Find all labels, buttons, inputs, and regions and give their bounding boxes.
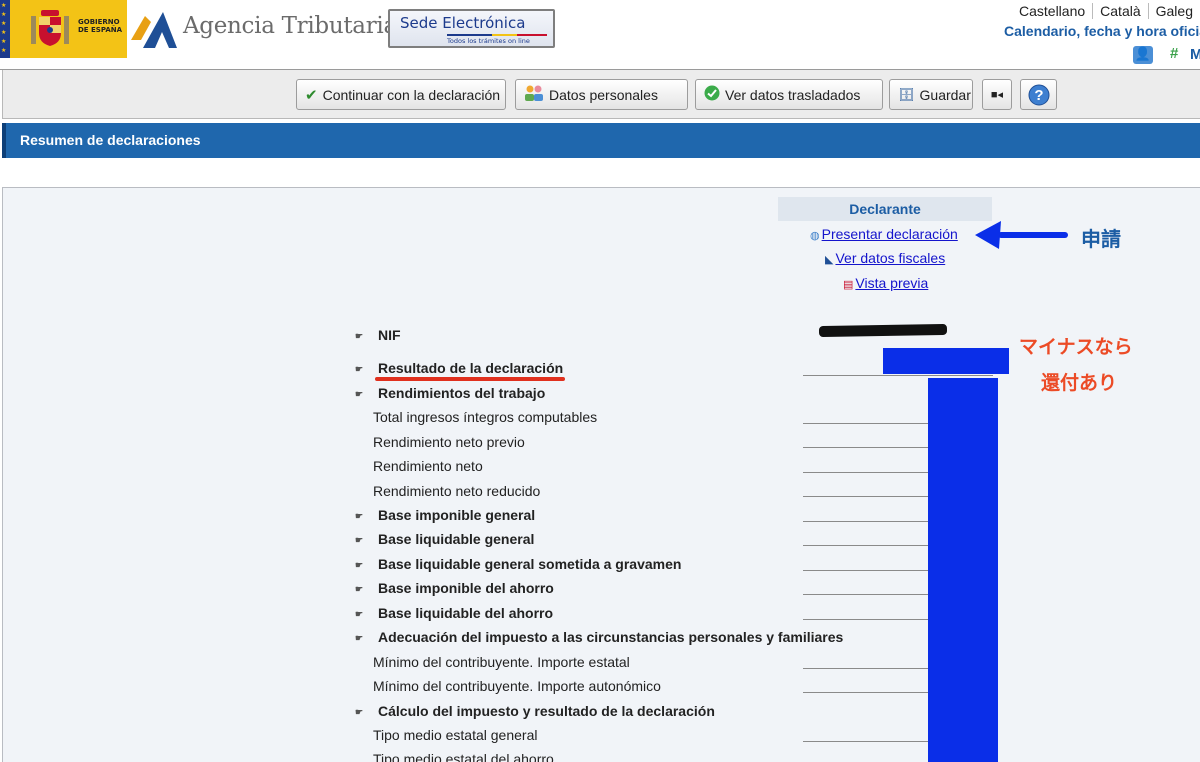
row-rendimientos-trabajo[interactable]: ☛ Rendimientos del trabajo [355,385,545,401]
row-adecuacion-impuesto[interactable]: ☛ Adecuación del impuesto a las circunsta… [355,629,843,645]
pointing-hand-icon: ☛ [355,559,364,570]
pointing-hand-icon: ☛ [355,534,364,545]
view-transferred-data-label: Ver datos trasladados [725,86,861,103]
header-menu-label[interactable]: M [1190,46,1200,63]
green-check-icon [704,85,720,105]
page-title: Resumen de declaraciones [20,132,201,148]
pointing-hand-icon: ☛ [355,510,364,521]
pointing-hand-icon: ☛ [355,583,364,594]
resultado-underline-mark [375,377,565,381]
sede-subtitle: Todos los trámites on line [447,37,530,45]
submit-declaration-label: Presentar declaración [821,226,958,242]
svg-text:?: ? [1034,87,1043,104]
row-base-liquidable-gravamen[interactable]: ☛ Base liquidable general sometida a grav… [355,556,681,572]
pdf-icon: ▤ [843,279,854,291]
resultado-redaction [883,348,1009,374]
row-minimo-estatal: Mínimo del contribuyente. Importe estata… [373,654,630,670]
view-tax-data-label: Ver datos fiscales [835,250,946,266]
eu-flag-stripe: ★ ★ ★ ★ ★ ★ [0,0,10,58]
pointing-hand-icon: ☛ [355,706,364,717]
row-calculo-impuesto[interactable]: ☛ Cálculo del impuesto y resultado de la … [355,703,715,719]
value-line [803,375,993,376]
declarant-header: Declarante [778,197,992,221]
hash-icon[interactable]: # [1170,45,1178,62]
preview-label: Vista previa [855,275,929,291]
calendar-link[interactable]: Calendario, fecha y hora oficia [1004,23,1200,39]
globe-icon: ◍ [810,230,820,242]
at-logo-icon: ◣ [825,254,834,266]
row-base-liquidable-ahorro[interactable]: ☛ Base liquidable del ahorro [355,605,553,621]
toolbar: ✔ Continuar con la declaración Datos per… [2,70,1200,119]
gobierno-de-espana-logo[interactable]: ★ ★ ★ ★ ★ ★ GOBIERNO DE ESPAÑA [0,0,127,58]
pointing-hand-icon: ☛ [355,608,364,619]
row-tipo-medio-ahorro: Tipo medio estatal del ahorro [373,751,554,762]
summary-panel: Declarante ◍ Presentar declaración ◣ Ver d… [2,187,1200,762]
row-tipo-medio-general: Tipo medio estatal general [373,727,538,743]
video-icon: ■◂ [990,89,1004,101]
coat-of-arms-icon [31,10,69,46]
help-icon: ? [1028,84,1049,105]
lang-castellano[interactable]: Castellano [1012,3,1094,19]
personal-data-label: Datos personales [549,86,658,103]
row-base-imponible-general[interactable]: ☛ Base imponible general [355,507,535,523]
refund-annotation: 還付あり [1041,372,1118,394]
section-title-bar: Resumen de declaraciones [2,123,1200,158]
continue-declaration-label: Continuar con la declaración [322,86,501,103]
gobierno-label: GOBIERNO DE ESPAÑA [78,18,123,34]
row-rendimiento-neto-previo: Rendimiento neto previo [373,434,525,450]
agency-name[interactable]: Agencia Tributaria [183,13,397,39]
sede-title: Sede Electrónica [400,14,526,32]
sede-electronica-logo[interactable]: Sede Electrónica Todos los trámites on l… [388,9,555,48]
save-button[interactable]: 🗄 Guardar [889,79,973,110]
preview-link[interactable]: ▤ Vista previa [843,275,928,291]
nif-redaction [818,323,948,338]
lang-galego[interactable]: Galeg [1149,3,1200,19]
pointing-hand-icon: ☛ [355,330,364,341]
row-rendimiento-neto-reducido: Rendimiento neto reducido [373,483,541,499]
minus-annotation: マイナスなら [1019,336,1133,358]
site-header: ★ ★ ★ ★ ★ ★ GOBIERNO DE ESPAÑA Agencia Tribut… [0,0,1200,68]
row-resultado[interactable]: ☛ Resultado de la declaración [355,360,563,376]
arrow-left-icon [975,221,1068,249]
view-transferred-data-button[interactable]: Ver datos trasladados [695,79,883,110]
continue-declaration-button[interactable]: ✔ Continuar con la declaración [296,79,506,110]
personal-data-button[interactable]: Datos personales [515,79,688,110]
row-rendimiento-neto: Rendimiento neto [373,458,483,474]
sede-color-line [447,34,547,36]
user-icon[interactable]: 👤 [1133,46,1153,64]
row-total-ingresos: Total ingresos íntegros computables [373,409,598,425]
row-base-liquidable-general[interactable]: ☛ Base liquidable general [355,531,534,547]
values-redaction-column [928,378,998,762]
view-tax-data-link[interactable]: ◣ Ver datos fiscales [825,250,945,266]
pointing-hand-icon: ☛ [355,632,364,643]
save-label: Guardar [919,86,971,103]
row-minimo-autonomico: Mínimo del contribuyente. Importe autonó… [373,678,661,694]
agencia-tributaria-logo-icon [131,12,177,48]
help-button[interactable]: ? [1020,79,1057,110]
pointing-hand-icon: ☛ [355,363,364,374]
pointing-hand-icon: ☛ [355,388,364,399]
save-icon: 🗄 [898,86,915,102]
lang-catala[interactable]: Català [1093,3,1149,19]
people-icon [524,84,544,106]
row-nif: ☛ NIF [355,327,401,343]
row-base-imponible-ahorro[interactable]: ☛ Base imponible del ahorro [355,580,554,596]
submit-declaration-link[interactable]: ◍ Presentar declaración [810,226,958,242]
check-icon: ✔ [305,86,318,104]
language-selector: Castellano Català Galeg [1012,3,1200,19]
video-button[interactable]: ■◂ [982,79,1012,110]
apply-annotation: 申請 [1081,227,1121,251]
